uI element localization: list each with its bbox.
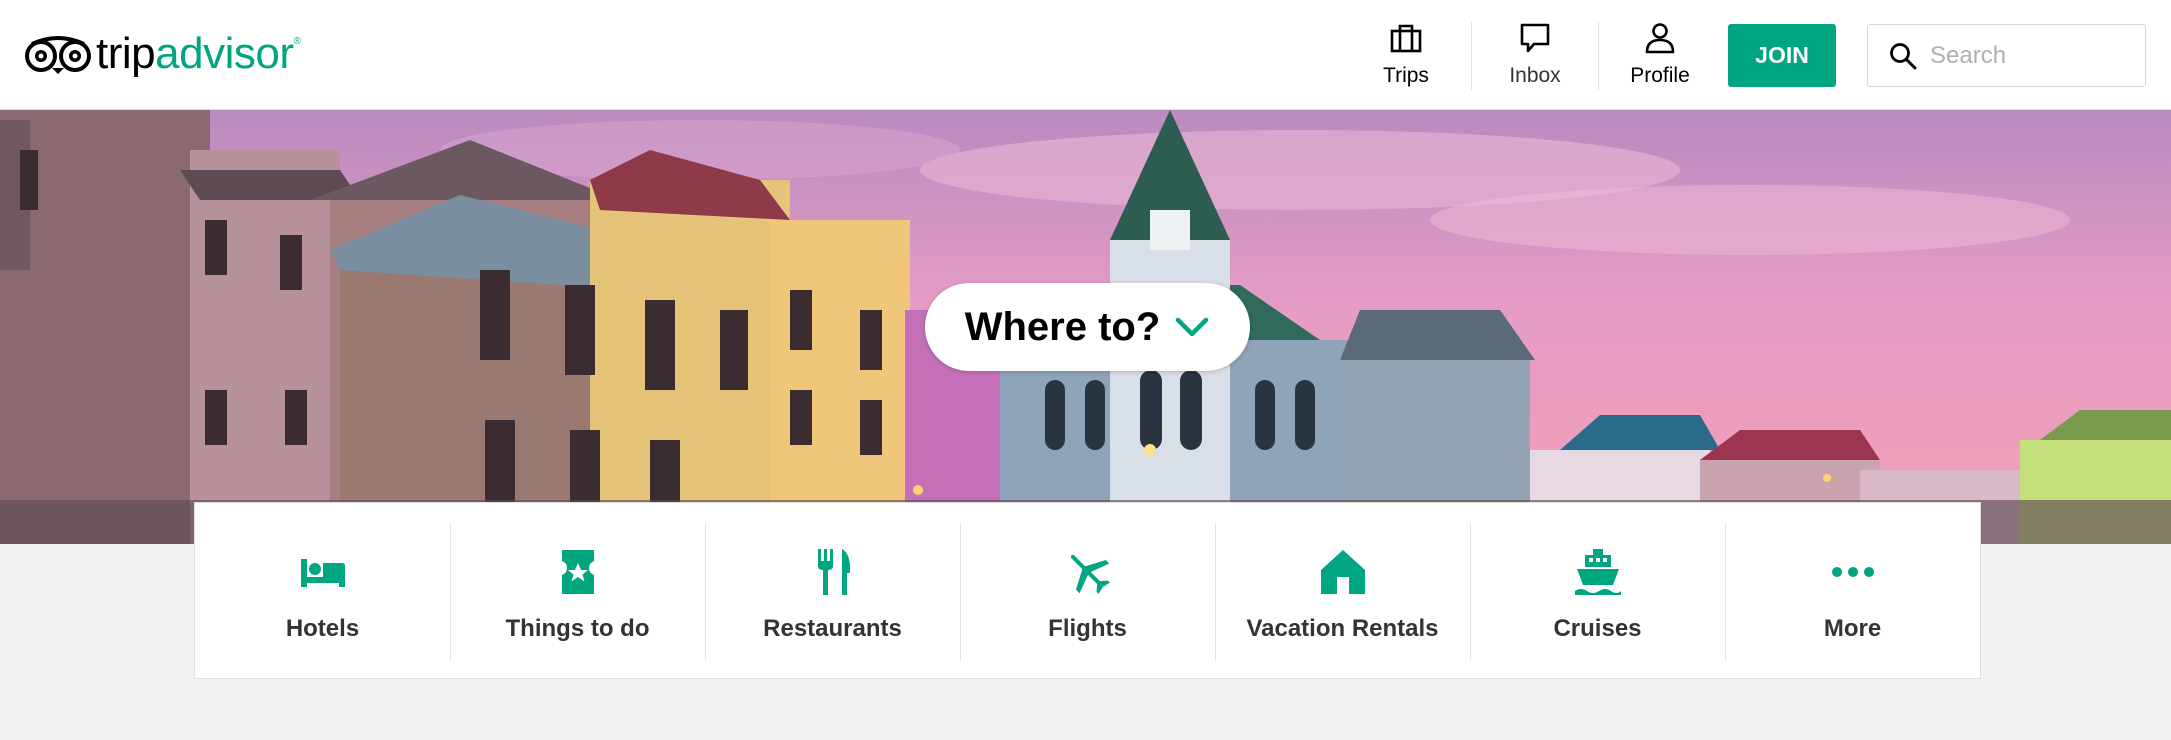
logo-prefix: trip xyxy=(96,29,156,78)
nav-trips-label: Trips xyxy=(1383,64,1429,87)
ticket-icon xyxy=(561,550,594,594)
top-header: tripadvisor ® Trips Inbox Profile JOIN xyxy=(0,0,2171,110)
nav-profile-label: Profile xyxy=(1630,64,1690,87)
category-flights-label: Flights xyxy=(1048,615,1127,642)
nav-profile[interactable]: Profile xyxy=(1605,20,1715,92)
ship-icon xyxy=(1574,549,1621,595)
tripadvisor-logo[interactable]: tripadvisor ® xyxy=(24,28,301,80)
logo-registered-mark: ® xyxy=(293,36,301,47)
category-restaurants-label: Restaurants xyxy=(763,615,902,642)
nav-divider xyxy=(1471,22,1472,90)
search-field[interactable] xyxy=(1867,24,2146,87)
category-cruises[interactable]: Cruises xyxy=(1470,503,1725,678)
person-icon xyxy=(1645,23,1675,54)
category-more-label: More xyxy=(1823,615,1882,642)
category-more[interactable]: More xyxy=(1725,503,1980,678)
nav-trips[interactable]: Trips xyxy=(1351,20,1461,92)
category-restaurants[interactable]: Restaurants xyxy=(705,503,960,678)
logo-wordmark: tripadvisor xyxy=(96,28,294,80)
nav-inbox-label: Inbox xyxy=(1509,64,1561,87)
category-flights[interactable]: Flights xyxy=(960,503,1215,678)
category-cruises-label: Cruises xyxy=(1553,615,1642,642)
search-input[interactable] xyxy=(1930,41,2130,70)
fork-knife-icon xyxy=(817,549,850,595)
category-hotels[interactable]: Hotels xyxy=(195,503,450,678)
more-dots-icon xyxy=(1831,567,1874,577)
bed-icon xyxy=(300,559,345,587)
where-to-button[interactable]: Where to? xyxy=(925,283,1250,371)
category-vacation-rentals-label: Vacation Rentals xyxy=(1246,615,1439,642)
search-icon xyxy=(1890,42,1917,69)
category-things-to-do-label: Things to do xyxy=(505,615,650,642)
briefcase-icon xyxy=(1390,24,1422,53)
category-bar: Hotels Things to do Restaurants Flights xyxy=(194,502,1981,679)
logo-suffix: advisor xyxy=(155,29,294,78)
plane-icon xyxy=(1070,554,1110,594)
category-vacation-rentals[interactable]: Vacation Rentals xyxy=(1215,503,1470,678)
owl-eyes-icon xyxy=(25,36,91,74)
chevron-down-icon xyxy=(1176,317,1209,337)
speech-bubble-icon xyxy=(1520,23,1550,53)
category-things-to-do[interactable]: Things to do xyxy=(450,503,705,678)
nav-inbox[interactable]: Inbox xyxy=(1480,20,1590,92)
hero-banner: Where to? xyxy=(0,110,2171,544)
nav-divider xyxy=(1598,22,1599,90)
category-hotels-label: Hotels xyxy=(285,615,360,642)
where-to-label: Where to? xyxy=(964,304,1161,349)
join-button[interactable]: JOIN xyxy=(1728,24,1836,87)
house-icon xyxy=(1320,550,1365,594)
